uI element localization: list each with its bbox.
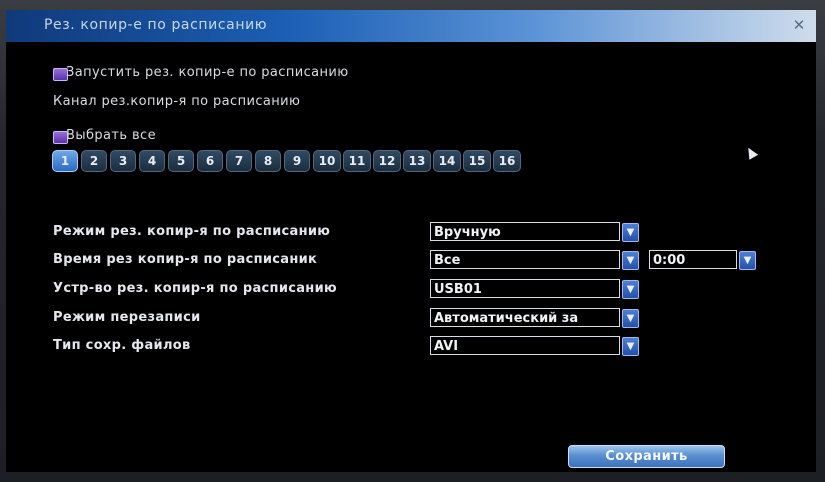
channel-button-12[interactable]: 12 [373, 150, 401, 172]
channel-button-8[interactable]: 8 [255, 150, 281, 172]
backup-mode-select[interactable]: Вручную [430, 222, 620, 241]
channel-button-15[interactable]: 15 [463, 150, 491, 172]
channel-button-14[interactable]: 14 [433, 150, 461, 172]
channel-button-1[interactable]: 1 [52, 150, 78, 172]
file-type-label: Тип сохр. файлов [53, 338, 191, 353]
overwrite-mode-label: Режим перезаписи [53, 310, 201, 325]
window-title: Рез. копир-е по расписанию [44, 17, 268, 33]
close-icon[interactable]: ✕ [790, 16, 808, 34]
cursor-icon [743, 145, 759, 160]
overwrite-mode-select[interactable]: Автоматический за [430, 308, 620, 327]
chevron-down-icon[interactable]: ▼ [622, 280, 639, 299]
chevron-down-icon[interactable]: ▼ [622, 223, 639, 242]
backup-mode-label: Режим рез. копир-я по расписанию [53, 224, 331, 239]
select-all-label: Выбрать все [66, 128, 156, 143]
channel-button-13[interactable]: 13 [403, 150, 431, 172]
channel-label: Канал рез.копир-я по расписанию [53, 94, 301, 109]
chevron-down-icon[interactable]: ▼ [622, 251, 639, 270]
chevron-down-icon[interactable]: ▼ [622, 309, 639, 328]
channel-button-2[interactable]: 2 [81, 150, 107, 172]
chevron-down-icon[interactable]: ▼ [739, 251, 756, 270]
channel-button-7[interactable]: 7 [226, 150, 252, 172]
save-button[interactable]: Сохранить [568, 445, 725, 468]
enable-schedule-label: Запустить рез. копир-е по расписанию [66, 65, 349, 80]
channel-button-10[interactable]: 10 [313, 150, 341, 172]
channel-button-5[interactable]: 5 [168, 150, 194, 172]
backup-time-select[interactable]: Все [430, 250, 620, 269]
backup-device-label: Устр-во рез. копир-я по расписанию [53, 281, 337, 296]
channel-button-4[interactable]: 4 [139, 150, 165, 172]
channel-button-3[interactable]: 3 [110, 150, 136, 172]
backup-device-select[interactable]: USB01 [430, 279, 620, 298]
channel-button-6[interactable]: 6 [197, 150, 223, 172]
channel-button-11[interactable]: 11 [343, 150, 371, 172]
backup-time-label: Время рез копир-я по расписаник [53, 252, 318, 267]
dvr-screen: Рез. копир-е по расписанию ✕ Запустить р… [6, 10, 816, 472]
file-type-select[interactable]: AVI [430, 336, 620, 355]
channel-button-16[interactable]: 16 [493, 150, 521, 172]
backup-time-value[interactable]: 0:00 [649, 250, 737, 269]
channel-button-9[interactable]: 9 [284, 150, 310, 172]
title-bar: Рез. копир-е по расписанию ✕ [6, 10, 816, 42]
chevron-down-icon[interactable]: ▼ [622, 337, 639, 356]
